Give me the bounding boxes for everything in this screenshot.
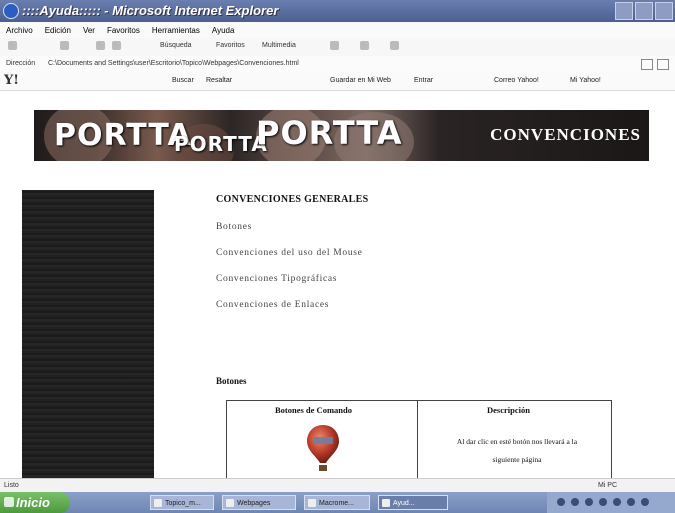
status-zone: Mi PC: [597, 482, 617, 489]
tray-icon[interactable]: [641, 498, 649, 506]
banner-logo-small: PORTTA: [174, 132, 268, 156]
description-line-1: Al dar clic en esté botón nos llevará a …: [456, 437, 578, 446]
menu-ayuda[interactable]: Ayuda: [212, 26, 235, 35]
link-mouse[interactable]: Convenciones del uso del Mouse: [216, 248, 363, 258]
yahoo-signin-button[interactable]: Entrar: [414, 77, 433, 84]
banner-logo: PORTTA: [54, 118, 192, 153]
balloon-next-icon[interactable]: [305, 423, 341, 473]
status-bar: Listo Mi PC: [0, 478, 675, 493]
menu-bar: Archivo Edición Ver Favoritos Herramient…: [0, 22, 675, 38]
yahoo-toolbar: Y! Buscar Resaltar Guardar en Mi Web Ent…: [0, 72, 675, 91]
yahoo-highlight-button[interactable]: Resaltar: [206, 77, 232, 84]
menu-favoritos[interactable]: Favoritos: [107, 26, 140, 35]
windows-flag-icon: [4, 497, 14, 507]
tray-icon[interactable]: [599, 498, 607, 506]
page-title: CONVENCIONES GENERALES: [216, 194, 369, 205]
forward-icon[interactable]: [60, 41, 69, 50]
description-line-2: siguiente página: [492, 455, 542, 464]
window-controls: [615, 2, 673, 20]
links-button[interactable]: [657, 59, 669, 70]
section-title-botones: Botones: [216, 376, 247, 386]
col-header-buttons: Botones de Comando: [275, 405, 352, 415]
back-icon[interactable]: [8, 41, 17, 50]
page-banner: PORTTA PORTTA PORTTA CONVENCIONES: [34, 110, 649, 161]
folder-icon: [226, 499, 234, 507]
address-input[interactable]: C:\Documents and Settings\user\Escritori…: [48, 60, 299, 67]
yahoo-logo[interactable]: Y!: [4, 73, 19, 88]
taskbar: Inicio Topico_m... Webpages Macrome... A…: [0, 492, 675, 513]
maximize-button[interactable]: [635, 2, 653, 20]
taskbar-item-active[interactable]: Ayud...: [378, 495, 448, 510]
minimize-button[interactable]: [615, 2, 633, 20]
table-column-buttons: Botones de Comando: [227, 401, 418, 479]
link-enlaces[interactable]: Convenciones de Enlaces: [216, 300, 329, 310]
banner-logo-large: PORTTA: [256, 114, 403, 152]
tray-icon[interactable]: [585, 498, 593, 506]
link-botones[interactable]: Botones: [216, 222, 252, 232]
history-icon[interactable]: [330, 41, 339, 50]
window-title: ::::Ayuda::::: - Microsoft Internet Expl…: [22, 3, 279, 18]
ie-icon: [382, 499, 390, 507]
yahoo-save-button[interactable]: Guardar en Mi Web: [330, 77, 391, 84]
col-header-description: Descripción: [487, 405, 530, 415]
close-button[interactable]: [655, 2, 673, 20]
start-label: Inicio: [16, 495, 50, 510]
link-tipograficas[interactable]: Convenciones Tipográficas: [216, 274, 337, 284]
tray-icon[interactable]: [571, 498, 579, 506]
favorites-button[interactable]: Favoritos: [216, 42, 245, 49]
tray-icon[interactable]: [627, 498, 635, 506]
mail-icon[interactable]: [360, 41, 369, 50]
status-text: Listo: [4, 482, 19, 489]
buttons-table: Botones de Comando Descripción Al dar cl…: [226, 400, 612, 479]
menu-archivo[interactable]: Archivo: [6, 26, 33, 35]
tray-icon[interactable]: [557, 498, 565, 506]
yahoo-search-button[interactable]: Buscar: [172, 77, 194, 84]
go-button[interactable]: [641, 59, 653, 70]
menu-ver[interactable]: Ver: [83, 26, 95, 35]
my-yahoo-button[interactable]: Mi Yahoo!: [570, 77, 601, 84]
menu-edicion[interactable]: Edición: [45, 26, 71, 35]
home-icon[interactable]: [112, 41, 121, 50]
taskbar-item[interactable]: Macrome...: [304, 495, 370, 510]
taskbar-item[interactable]: Topico_m...: [150, 495, 214, 510]
stop-icon[interactable]: [96, 41, 105, 50]
toolbar: Búsqueda Favoritos Multimedia: [0, 38, 675, 56]
left-sidebar: [22, 190, 154, 478]
menu-herramientas[interactable]: Herramientas: [152, 26, 200, 35]
folder-icon: [154, 499, 162, 507]
print-icon[interactable]: [390, 41, 399, 50]
address-label: Dirección: [6, 60, 36, 67]
banner-heading: CONVENCIONES: [490, 125, 641, 144]
yahoo-mail-button[interactable]: Correo Yahoo!: [494, 77, 539, 84]
address-bar: Dirección C:\Documents and Settings\user…: [0, 56, 675, 72]
ie-icon: [3, 3, 19, 19]
tray-icon[interactable]: [613, 498, 621, 506]
multimedia-button[interactable]: Multimedia: [262, 42, 296, 49]
search-button[interactable]: Búsqueda: [160, 42, 192, 49]
start-button[interactable]: Inicio: [0, 492, 70, 513]
title-bar: ::::Ayuda::::: - Microsoft Internet Expl…: [0, 0, 675, 22]
taskbar-item[interactable]: Webpages: [222, 495, 296, 510]
system-tray: [547, 492, 675, 513]
app-icon: [308, 499, 316, 507]
